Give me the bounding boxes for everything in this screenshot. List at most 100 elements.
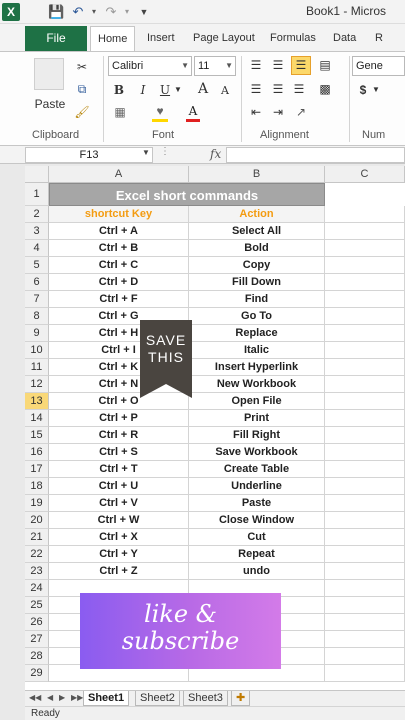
chevron-down-icon[interactable]: ▼ xyxy=(142,148,150,157)
row-header[interactable]: 9 xyxy=(25,325,49,342)
cell-c[interactable] xyxy=(325,546,405,563)
cell-shortcut-key[interactable]: Ctrl + Y xyxy=(49,546,189,563)
cell-shortcut-key[interactable]: Ctrl + X xyxy=(49,529,189,546)
prev-sheet-icon[interactable]: ◀ xyxy=(47,693,53,702)
cell-shortcut-key[interactable]: Ctrl + D xyxy=(49,274,189,291)
insert-function-icon[interactable]: fx xyxy=(210,147,221,161)
borders-icon[interactable]: ▦ xyxy=(112,104,128,120)
cell-c[interactable] xyxy=(325,631,405,648)
tab-formulas[interactable]: Formulas xyxy=(270,26,316,51)
tab-file[interactable]: File xyxy=(25,26,87,51)
align-top-icon[interactable]: ☰ xyxy=(248,57,264,73)
tab-insert[interactable]: Insert xyxy=(147,26,175,51)
number-format-select[interactable]: Gene xyxy=(352,56,405,76)
cell-shortcut-key[interactable]: Ctrl + U xyxy=(49,478,189,495)
cell-action[interactable]: Create Table xyxy=(189,461,325,478)
font-size-select[interactable]: 11 ▼ xyxy=(194,56,236,76)
undo-icon[interactable]: ↶ xyxy=(70,4,86,20)
cell-shortcut-key[interactable]: Ctrl + R xyxy=(49,427,189,444)
cell-c[interactable] xyxy=(325,206,405,223)
font-name-select[interactable]: Calibri ▼ xyxy=(108,56,192,76)
cell-c[interactable] xyxy=(325,597,405,614)
cell-shortcut-key[interactable]: Ctrl + W xyxy=(49,512,189,529)
cell-action[interactable]: Fill Right xyxy=(189,427,325,444)
row-header[interactable]: 22 xyxy=(25,546,49,563)
cell-action[interactable]: Underline xyxy=(189,478,325,495)
name-box[interactable]: F13 xyxy=(25,147,153,163)
fill-color-icon[interactable]: ♥ xyxy=(152,103,168,122)
cell-action[interactable]: Cut xyxy=(189,529,325,546)
cell-shortcut-key[interactable]: Ctrl + Z xyxy=(49,563,189,580)
first-sheet-icon[interactable]: ◀◀ xyxy=(29,693,41,702)
cell-c[interactable] xyxy=(325,308,405,325)
cell-c[interactable] xyxy=(325,512,405,529)
cell-c[interactable] xyxy=(325,325,405,342)
grow-font-button[interactable]: A xyxy=(196,81,210,97)
row-header[interactable]: 26 xyxy=(25,614,49,631)
row-header[interactable]: 7 xyxy=(25,291,49,308)
cell-action[interactable]: Fill Down xyxy=(189,274,325,291)
cell-c[interactable] xyxy=(325,529,405,546)
cell-c[interactable] xyxy=(325,376,405,393)
tab-page-layout[interactable]: Page Layout xyxy=(193,26,255,51)
cell-action[interactable]: undo xyxy=(189,563,325,580)
cell-action[interactable]: Open File xyxy=(189,393,325,410)
shrink-font-button[interactable]: A xyxy=(218,83,232,99)
cell-c[interactable] xyxy=(325,648,405,665)
bold-button[interactable]: B xyxy=(112,82,126,98)
cell-shortcut-key[interactable]: Ctrl + F xyxy=(49,291,189,308)
cell-c[interactable] xyxy=(325,461,405,478)
sheet-title-cell[interactable]: Excel short commands xyxy=(49,183,325,206)
row-header[interactable]: 11 xyxy=(25,359,49,376)
italic-button[interactable]: I xyxy=(136,82,150,98)
align-left-icon[interactable]: ☰ xyxy=(248,81,264,97)
row-header[interactable]: 18 xyxy=(25,478,49,495)
row-header[interactable]: 27 xyxy=(25,631,49,648)
cell-shortcut-key[interactable]: Ctrl + A xyxy=(49,223,189,240)
align-middle-icon[interactable]: ☰ xyxy=(270,57,286,73)
cell-c[interactable] xyxy=(325,393,405,410)
wrap-text-icon[interactable]: ▤ xyxy=(316,57,334,73)
save-icon[interactable]: 💾 xyxy=(48,4,64,20)
row-header[interactable]: 12 xyxy=(25,376,49,393)
row-header[interactable]: 4 xyxy=(25,240,49,257)
row-header[interactable]: 25 xyxy=(25,597,49,614)
cell-c[interactable] xyxy=(325,444,405,461)
cell-action[interactable]: Insert Hyperlink xyxy=(189,359,325,376)
row-header[interactable]: 20 xyxy=(25,512,49,529)
row-header[interactable]: 5 xyxy=(25,257,49,274)
row-header[interactable]: 16 xyxy=(25,444,49,461)
cell-c[interactable] xyxy=(325,427,405,444)
cell-c[interactable] xyxy=(325,274,405,291)
cell-c[interactable] xyxy=(325,580,405,597)
cell-shortcut-key[interactable]: Ctrl + C xyxy=(49,257,189,274)
tab-review[interactable]: R xyxy=(375,26,383,51)
select-all-corner[interactable] xyxy=(25,166,49,183)
row-header[interactable]: 14 xyxy=(25,410,49,427)
formula-input[interactable] xyxy=(226,147,405,163)
row-header[interactable]: 10 xyxy=(25,342,49,359)
row-header[interactable]: 24 xyxy=(25,580,49,597)
copy-icon[interactable]: ⧉ xyxy=(74,81,90,97)
row-header[interactable]: 28 xyxy=(25,648,49,665)
cell-action[interactable]: Go To xyxy=(189,308,325,325)
row-header[interactable]: 23 xyxy=(25,563,49,580)
customize-qat-icon[interactable]: ▼ xyxy=(136,4,152,20)
row-header[interactable]: 3 xyxy=(25,223,49,240)
cell-shortcut-key[interactable]: Ctrl + P xyxy=(49,410,189,427)
cell-shortcut-key[interactable]: Ctrl + O xyxy=(49,393,189,410)
last-sheet-icon[interactable]: ▶▶ xyxy=(71,693,83,702)
cell-action[interactable]: Copy xyxy=(189,257,325,274)
cell-c[interactable] xyxy=(325,563,405,580)
cut-icon[interactable]: ✂ xyxy=(74,59,90,75)
underline-button[interactable]: U xyxy=(158,82,172,98)
increase-indent-icon[interactable]: ⇥ xyxy=(270,104,286,120)
redo-dropdown-icon[interactable]: ▾ xyxy=(119,4,135,20)
row-header[interactable]: 2 xyxy=(25,206,49,223)
paste-icon[interactable] xyxy=(34,58,64,90)
cell-c[interactable] xyxy=(325,291,405,308)
header-cell-action[interactable]: Action xyxy=(189,206,325,223)
cell-c[interactable] xyxy=(325,257,405,274)
cell-c[interactable] xyxy=(325,342,405,359)
redo-icon[interactable]: ↷ xyxy=(103,4,119,20)
